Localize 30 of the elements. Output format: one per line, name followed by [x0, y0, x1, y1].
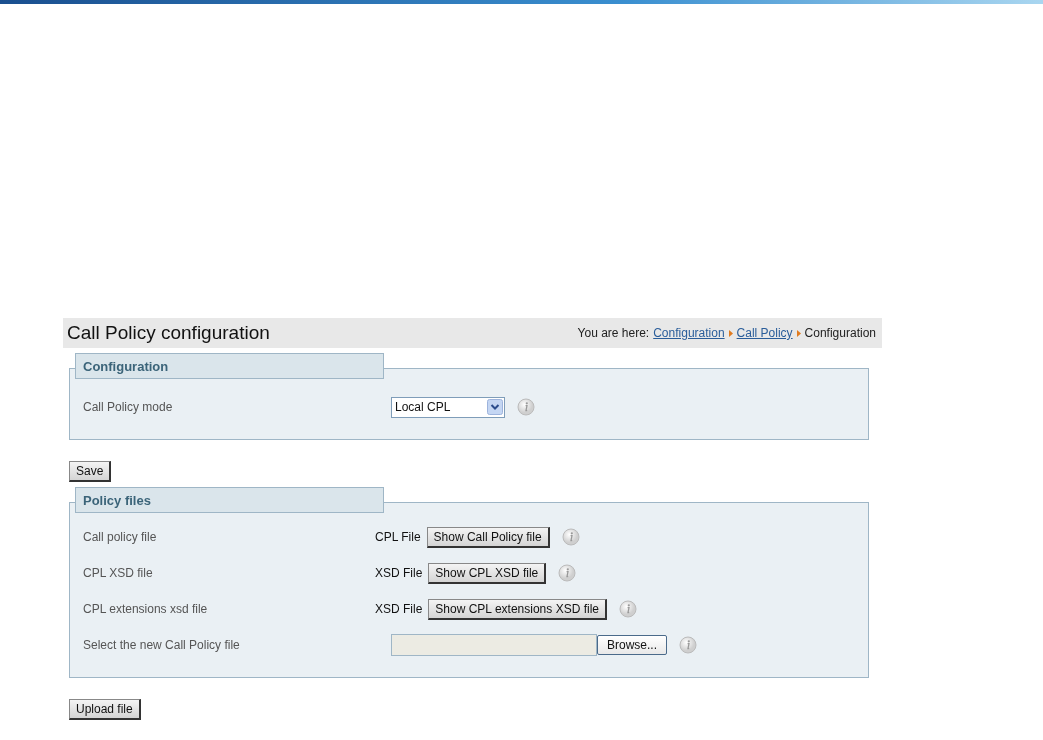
page-title: Call Policy configuration — [67, 322, 270, 344]
info-icon[interactable] — [679, 636, 697, 654]
info-icon[interactable] — [561, 528, 580, 546]
action-button[interactable]: Upload file — [69, 699, 141, 720]
field-label: CPL extensions xsd file — [83, 602, 209, 616]
file-type-label: XSD File — [375, 602, 423, 616]
show-file-button[interactable]: Show CPL XSD file — [428, 562, 547, 584]
info-icon[interactable] — [517, 398, 535, 416]
show-file-button[interactable]: Show Call Policy file — [426, 526, 550, 548]
breadcrumb-current: Configuration — [804, 326, 876, 340]
file-type-label: CPL File — [375, 530, 421, 544]
breadcrumb-link[interactable]: Configuration — [653, 326, 725, 340]
breadcrumb-arrow-icon — [796, 329, 801, 337]
action-button[interactable]: Save — [69, 461, 112, 482]
breadcrumb-arrow-icon — [728, 329, 733, 337]
file-path-field[interactable] — [391, 634, 597, 656]
panel-legend: Policy files — [75, 487, 384, 513]
field-label: Select the new Call Policy file — [83, 638, 241, 652]
file-type-label: XSD File — [375, 566, 423, 580]
breadcrumb-label: You are here: — [577, 326, 650, 340]
mode-select[interactable]: Local CPL — [391, 396, 505, 418]
breadcrumb-link[interactable]: Call Policy — [736, 326, 793, 340]
field-label: Call policy file — [83, 530, 158, 544]
browse-button[interactable]: Browse... — [597, 635, 667, 655]
show-file-button[interactable]: Show CPL extensions XSD file — [428, 598, 607, 620]
info-icon[interactable] — [558, 564, 577, 582]
field-label: CPL XSD file — [83, 566, 154, 580]
info-icon[interactable] — [619, 600, 637, 618]
panel-legend: Configuration — [75, 353, 384, 379]
field-label: Call Policy mode — [83, 400, 174, 414]
